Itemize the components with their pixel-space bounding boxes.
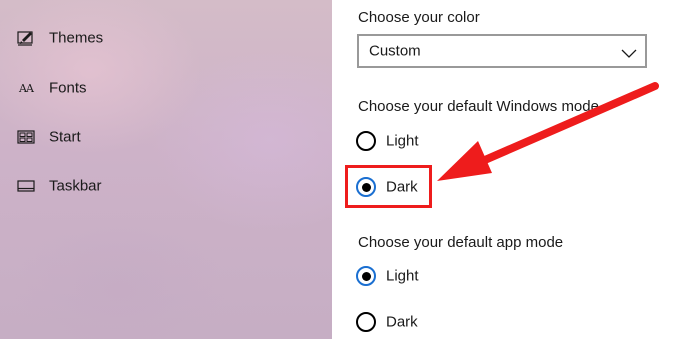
app-mode-light-label: Light bbox=[386, 267, 419, 285]
color-section-label: Choose your color bbox=[358, 9, 480, 26]
taskbar-icon bbox=[16, 178, 36, 194]
settings-window: Themes AA Fonts Start Taskbar Choose you… bbox=[0, 0, 680, 339]
app-mode-dark-radio[interactable] bbox=[356, 312, 376, 332]
windows-mode-light-label: Light bbox=[386, 132, 419, 150]
app-mode-light-radio[interactable] bbox=[356, 266, 376, 286]
app-mode-section-label: Choose your default app mode bbox=[358, 234, 564, 251]
start-icon bbox=[16, 129, 36, 145]
sidebar-item-label: Fonts bbox=[49, 79, 87, 97]
chevron-down-icon bbox=[621, 46, 637, 58]
windows-mode-section-label: Choose your default Windows mode bbox=[358, 98, 599, 115]
color-dropdown[interactable]: Custom bbox=[357, 34, 647, 68]
sidebar-item-fonts[interactable]: AA Fonts bbox=[0, 68, 332, 108]
sidebar-item-label: Start bbox=[49, 128, 81, 146]
app-mode-dark-label: Dark bbox=[386, 313, 418, 331]
fonts-icon: AA bbox=[16, 80, 36, 96]
fonts-icon-text: AA bbox=[19, 81, 34, 95]
sidebar-item-start[interactable]: Start bbox=[0, 117, 332, 157]
sidebar-item-label: Themes bbox=[49, 29, 104, 47]
themes-icon bbox=[16, 30, 36, 46]
annotation-highlight-box bbox=[345, 165, 432, 208]
windows-mode-light-radio[interactable] bbox=[356, 131, 376, 151]
sidebar: Themes AA Fonts Start Taskbar bbox=[0, 0, 332, 339]
sidebar-item-taskbar[interactable]: Taskbar bbox=[0, 166, 332, 206]
sidebar-item-themes[interactable]: Themes bbox=[0, 18, 332, 58]
color-dropdown-value: Custom bbox=[369, 42, 421, 60]
sidebar-item-label: Taskbar bbox=[49, 177, 102, 195]
